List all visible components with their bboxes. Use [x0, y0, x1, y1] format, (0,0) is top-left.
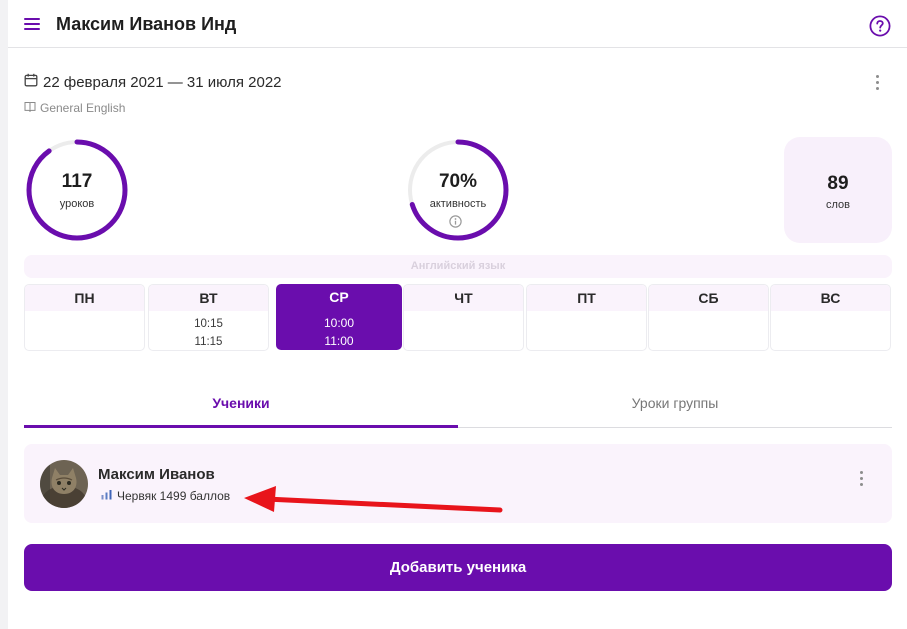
day-name: ВС — [771, 285, 890, 311]
lesson-time: 10:00 — [323, 316, 355, 330]
bar-chart-icon — [101, 487, 112, 505]
student-more-options-icon[interactable] — [856, 468, 866, 488]
course-name: General English — [40, 101, 126, 115]
words-stat: 89 слов — [784, 137, 892, 243]
tab-group-lessons[interactable]: Уроки группы — [458, 380, 892, 428]
main-panel: Максим Иванов Инд 22 февраля 2021 — 31 и… — [8, 0, 907, 629]
lesson-time: 11:15 — [194, 336, 223, 348]
annotation-arrow-icon — [244, 486, 503, 513]
schedule-day-mon[interactable]: ПН — [24, 284, 145, 351]
activity-label: активность — [429, 198, 487, 210]
book-icon — [24, 99, 36, 117]
student-name: Максим Иванов — [98, 466, 215, 483]
lesson-time: 10:15 — [194, 318, 223, 330]
day-name: СР — [329, 289, 349, 305]
day-name: ВТ — [149, 285, 268, 311]
top-bar: Максим Иванов Инд — [8, 0, 907, 48]
student-points: Червяк 1499 баллов — [117, 489, 231, 503]
schedule-day-thu[interactable]: ЧТ — [403, 284, 524, 351]
date-range: 22 февраля 2021 — 31 июля 2022 — [43, 73, 282, 91]
day-name: ПТ — [527, 285, 646, 311]
question-circle-icon[interactable] — [869, 15, 891, 37]
day-name: ПН — [25, 285, 144, 311]
avatar — [40, 460, 88, 508]
schedule-day-sun[interactable]: ВС — [770, 284, 891, 351]
day-name: ЧТ — [404, 285, 523, 311]
words-label: слов — [825, 199, 850, 211]
info-icon[interactable] — [449, 215, 462, 228]
day-name: СБ — [649, 285, 768, 311]
hamburger-menu-icon[interactable] — [24, 18, 40, 31]
schedule-language-label: Английский язык — [24, 255, 892, 278]
lessons-label: уроков — [59, 198, 95, 210]
lessons-stat: 117 уроков — [24, 137, 130, 243]
words-count: 89 — [827, 173, 849, 194]
lessons-count: 117 — [61, 171, 93, 192]
page-title: Максим Иванов Инд — [56, 14, 237, 34]
activity-stat: 70% активность — [405, 137, 511, 243]
student-level: Червяк 1499 баллов — [101, 488, 230, 504]
tab-students[interactable]: Ученики — [24, 380, 458, 428]
activity-percent: 70% — [438, 171, 478, 192]
schedule-day-wed[interactable]: СР 10:00 11:00 — [276, 284, 402, 350]
add-student-button[interactable]: Добавить ученика — [24, 544, 892, 591]
more-options-icon[interactable] — [872, 72, 882, 92]
schedule-day-tue[interactable]: ВТ 10:15 11:15 — [148, 284, 269, 351]
schedule-day-sat[interactable]: СБ — [648, 284, 769, 351]
date-range-row: 22 февраля 2021 — 31 июля 2022 — [24, 72, 282, 92]
calendar-icon — [24, 73, 38, 92]
schedule-day-fri[interactable]: ПТ — [526, 284, 647, 351]
lesson-time: 11:00 — [324, 334, 354, 348]
course-row: General English — [24, 100, 125, 116]
